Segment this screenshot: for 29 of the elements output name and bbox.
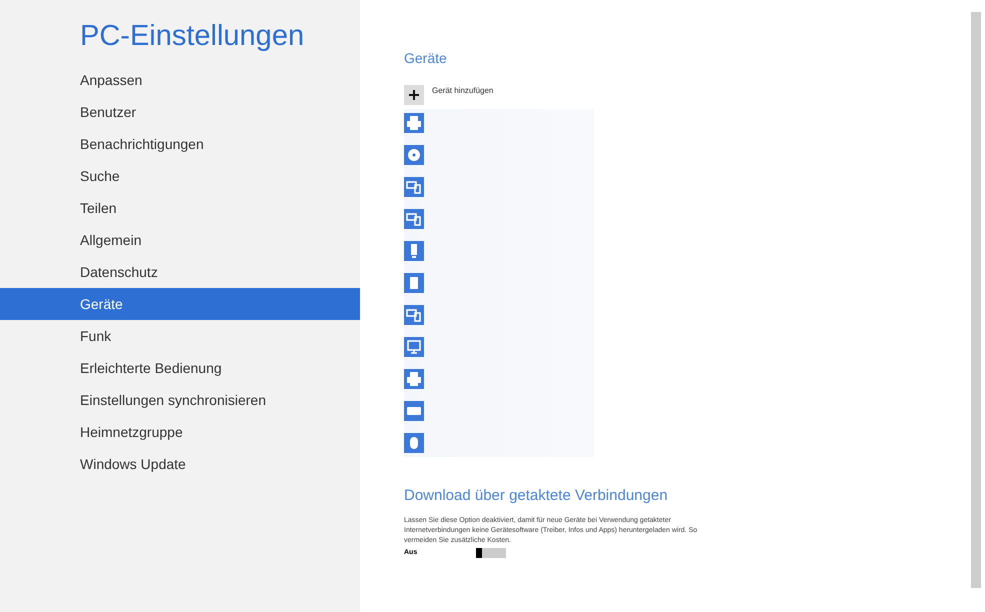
section-heading: Download über getaktete Verbindungen bbox=[404, 486, 668, 506]
section-heading: Geräte bbox=[404, 49, 447, 68]
sidebar-item[interactable]: Einstellungen synchronisieren bbox=[0, 384, 360, 416]
sidebar-item[interactable]: Allgemein bbox=[0, 224, 360, 256]
monitor-icon[interactable] bbox=[404, 337, 424, 357]
page-title: PC-Einstellungen bbox=[79, 19, 304, 54]
toggle-switch[interactable] bbox=[476, 548, 506, 558]
sidebar-item[interactable]: Funk bbox=[0, 320, 360, 352]
keyboard-icon[interactable] bbox=[404, 401, 424, 421]
mouse-icon[interactable] bbox=[404, 433, 424, 453]
sidebar-item[interactable]: Geräte bbox=[0, 288, 360, 320]
devices-icon[interactable] bbox=[404, 177, 424, 197]
devices-icon[interactable] bbox=[404, 209, 424, 229]
sidebar-item[interactable]: Benutzer bbox=[0, 96, 360, 128]
sidebar-item[interactable]: Suche bbox=[0, 160, 360, 192]
sidebar-item[interactable]: Windows Update bbox=[0, 448, 360, 480]
scrollbar[interactable] bbox=[971, 12, 981, 588]
sidebar-item[interactable]: Teilen bbox=[0, 192, 360, 224]
devices-icon[interactable] bbox=[404, 305, 424, 325]
sidebar-item[interactable]: Benachrichtigungen bbox=[0, 128, 360, 160]
sidebar-item[interactable]: Datenschutz bbox=[0, 256, 360, 288]
add-device-label[interactable]: Gerät hinzufügen bbox=[432, 85, 494, 97]
usb-drive-icon[interactable] bbox=[404, 241, 424, 261]
sidebar-item[interactable]: Heimnetzgruppe bbox=[0, 416, 360, 448]
plus-icon bbox=[408, 89, 420, 101]
add-device-button[interactable] bbox=[404, 85, 424, 105]
sidebar-item[interactable]: Anpassen bbox=[0, 64, 360, 96]
document-icon[interactable] bbox=[404, 273, 424, 293]
sidebar-item[interactable]: Erleichterte Bedienung bbox=[0, 352, 360, 384]
